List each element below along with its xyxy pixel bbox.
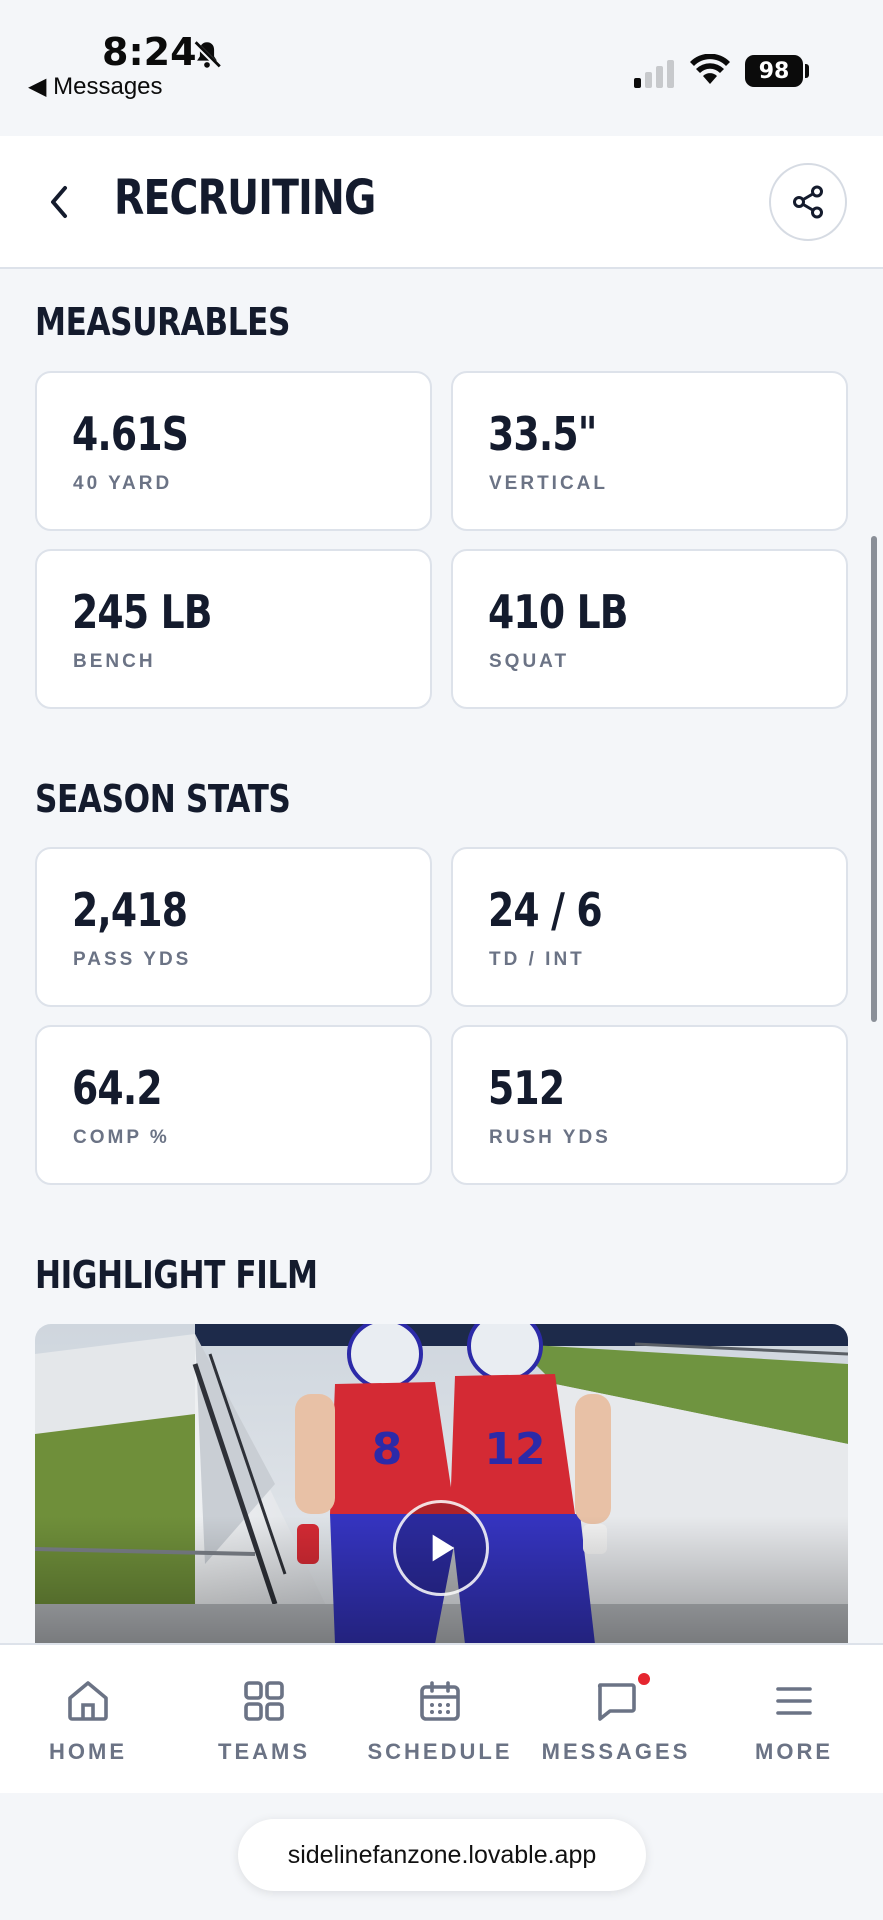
highlight-video-player[interactable]: 8 12 bbox=[35, 1324, 848, 1644]
play-icon bbox=[432, 1534, 455, 1562]
cellular-signal-icon bbox=[634, 60, 674, 88]
nav-label: SCHEDULE bbox=[367, 1739, 513, 1764]
stat-card-comp-pct: 64.2 COMP % bbox=[35, 1025, 432, 1185]
play-button[interactable] bbox=[393, 1500, 489, 1596]
stat-label: TD / INT bbox=[489, 949, 585, 970]
stat-label: SQUAT bbox=[489, 651, 570, 672]
stat-label: 40 YARD bbox=[73, 473, 173, 494]
home-icon bbox=[68, 1681, 108, 1721]
stat-label: PASS YDS bbox=[73, 949, 192, 970]
share-button[interactable] bbox=[769, 163, 847, 241]
back-to-messages-link[interactable]: ◀ Messages bbox=[28, 72, 163, 101]
nav-item-home[interactable]: HOME bbox=[0, 1645, 176, 1795]
url-pill[interactable]: sidelinefanzone.lovable.app bbox=[238, 1819, 646, 1891]
share-icon bbox=[793, 185, 823, 219]
back-button[interactable] bbox=[36, 172, 80, 232]
season-stats-title: SEASON STATS bbox=[35, 777, 291, 821]
browser-url-bar: sidelinefanzone.lovable.app bbox=[0, 1793, 883, 1920]
url-text: sidelinefanzone.lovable.app bbox=[287, 1840, 597, 1869]
nav-item-messages[interactable]: MESSAGES bbox=[528, 1645, 704, 1795]
chevron-left-icon bbox=[51, 186, 67, 218]
battery-level: 98 bbox=[758, 58, 790, 84]
stat-card-squat: 410 LB SQUAT bbox=[451, 549, 848, 709]
page-scrollbar[interactable] bbox=[871, 536, 877, 1022]
nav-item-schedule[interactable]: SCHEDULE bbox=[352, 1645, 528, 1795]
stat-label: COMP % bbox=[73, 1127, 170, 1148]
stat-value: 64.2 bbox=[72, 1061, 163, 1115]
battery-indicator: 98 bbox=[745, 55, 803, 87]
status-bar: 8:24 ◀ Messages 98 bbox=[0, 0, 883, 136]
unread-badge bbox=[636, 1671, 652, 1687]
nav-item-more[interactable]: MORE bbox=[706, 1645, 882, 1795]
stat-label: RUSH YDS bbox=[489, 1127, 611, 1148]
stat-card-rush-yds: 512 RUSH YDS bbox=[451, 1025, 848, 1185]
highlight-film-title: HIGHLIGHT FILM bbox=[35, 1253, 318, 1297]
nav-item-teams[interactable]: TEAMS bbox=[176, 1645, 352, 1795]
stat-card-vertical: 33.5" VERTICAL bbox=[451, 371, 848, 531]
stat-label: BENCH bbox=[73, 651, 156, 672]
nav-label: MESSAGES bbox=[541, 1739, 691, 1764]
stat-card-td-int: 24 / 6 TD / INT bbox=[451, 847, 848, 1007]
nav-label: HOME bbox=[49, 1739, 127, 1764]
stat-value: 512 bbox=[488, 1061, 565, 1115]
nav-label: MORE bbox=[755, 1739, 833, 1764]
stat-card-pass-yds: 2,418 PASS YDS bbox=[35, 847, 432, 1007]
wifi-icon bbox=[690, 54, 730, 84]
stat-value: 4.61S bbox=[72, 407, 189, 461]
stat-value: 410 LB bbox=[488, 585, 629, 639]
bottom-nav: HOME TEAMS SCHEDULE MESSAGES MORE bbox=[0, 1643, 883, 1793]
grid-icon bbox=[244, 1681, 284, 1721]
status-time: 8:24 bbox=[102, 30, 197, 74]
measurables-title: MEASURABLES bbox=[35, 300, 291, 344]
stat-card-bench: 245 LB BENCH bbox=[35, 549, 432, 709]
menu-icon bbox=[776, 1687, 812, 1715]
highlight-video-thumbnail: 8 12 bbox=[35, 1324, 848, 1644]
battery-tip bbox=[805, 64, 809, 78]
stat-card-40-yard: 4.61S 40 YARD bbox=[35, 371, 432, 531]
nav-label: TEAMS bbox=[218, 1739, 310, 1764]
bell-muted-icon bbox=[192, 40, 222, 70]
stat-value: 245 LB bbox=[72, 585, 213, 639]
stat-value: 33.5" bbox=[488, 407, 597, 461]
stat-label: VERTICAL bbox=[489, 473, 608, 494]
calendar-icon bbox=[420, 1681, 460, 1721]
page-title: RECRUITING bbox=[114, 170, 376, 226]
stat-value: 2,418 bbox=[72, 883, 188, 937]
stat-value: 24 / 6 bbox=[488, 883, 603, 937]
app-header: RECRUITING bbox=[0, 136, 883, 269]
chat-icon bbox=[597, 1683, 636, 1721]
